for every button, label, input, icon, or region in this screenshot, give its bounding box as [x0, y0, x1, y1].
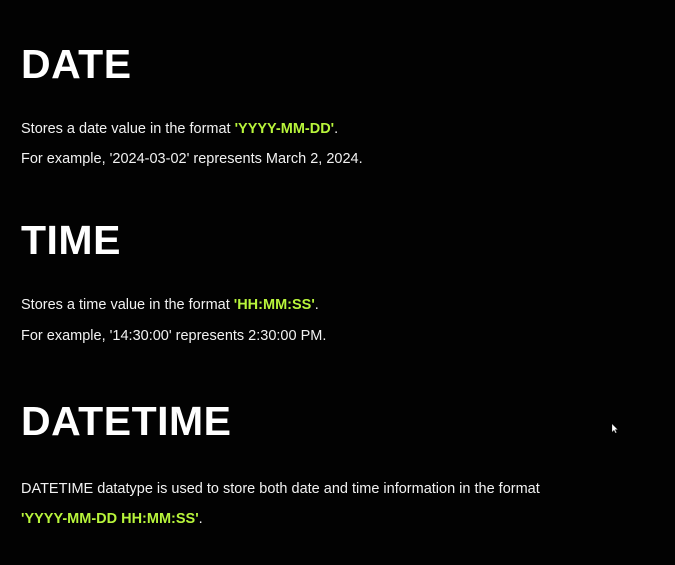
date-format: 'YYYY-MM-DD'	[234, 121, 335, 137]
datetime-heading: DATETIME	[21, 398, 232, 444]
time-section: TIME Stores a time value in the format '…	[21, 216, 326, 344]
mouse-pointer-icon	[612, 424, 618, 433]
datetime-section: DATETIME DATETIME datatype is used to st…	[21, 397, 540, 527]
date-section: DATE Stores a date value in the format '…	[21, 40, 363, 167]
time-description: Stores a time value in the format 'HH:MM…	[21, 296, 319, 314]
time-example: For example, '14:30:00' represents 2:30:…	[21, 328, 327, 344]
time-heading: TIME	[21, 217, 121, 263]
slide: DATE Stores a date value in the format '…	[0, 0, 675, 565]
datetime-format-line: 'YYYY-MM-DD HH:MM:SS'.	[21, 510, 203, 528]
datetime-format-end: .	[198, 511, 203, 527]
date-description-text: Stores a date value in the format	[21, 121, 235, 137]
date-description: Stores a date value in the format 'YYYY-…	[21, 120, 338, 138]
date-heading: DATE	[21, 41, 132, 87]
time-description-text: Stores a time value in the format	[21, 297, 234, 313]
datetime-format: 'YYYY-MM-DD HH:MM:SS'	[21, 511, 199, 527]
datetime-description: DATETIME datatype is used to store both …	[21, 481, 540, 497]
date-example: For example, '2024-03-02' represents Mar…	[21, 151, 363, 167]
date-description-end: .	[334, 121, 339, 137]
time-description-end: .	[314, 297, 319, 313]
time-format: 'HH:MM:SS'	[233, 297, 315, 313]
